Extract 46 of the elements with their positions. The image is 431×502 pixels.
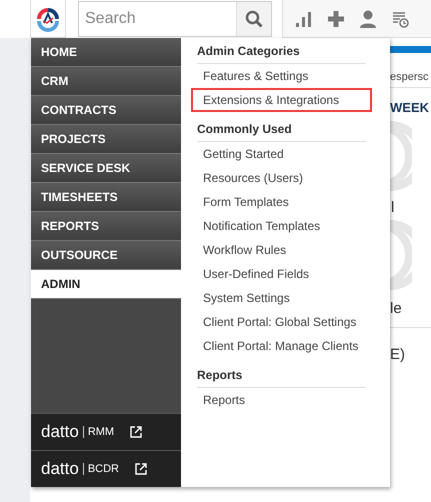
chart-label: l xyxy=(391,199,394,216)
section-heading: E) xyxy=(390,346,405,363)
menu-section-heading: Reports xyxy=(197,368,366,388)
nav-item[interactable]: SERVICE DESK xyxy=(31,154,181,183)
menu-item[interactable]: Client Portal: Manage Clients xyxy=(191,334,366,358)
menu-item[interactable]: System Settings xyxy=(191,286,366,310)
brand-name: datto xyxy=(41,459,79,479)
nav-item[interactable]: PROJECTS xyxy=(31,125,181,154)
menu-item[interactable]: Client Portal: Global Settings xyxy=(191,310,366,334)
nav-item[interactable]: CRM xyxy=(31,67,181,96)
list-clock-icon[interactable] xyxy=(391,10,409,28)
nav-item[interactable]: OUTSOURCE xyxy=(31,241,181,270)
search-button[interactable] xyxy=(236,1,272,37)
menu-item[interactable]: Workflow Rules xyxy=(191,238,366,262)
logo-icon[interactable] xyxy=(30,0,66,38)
nav-item[interactable]: REPORTS xyxy=(31,212,181,241)
product-name: BCDR xyxy=(82,463,119,475)
chart-label: le xyxy=(390,300,402,317)
menu-item[interactable]: Resources (Users) xyxy=(191,166,366,190)
nav-item[interactable]: HOME xyxy=(31,38,181,67)
nav-item[interactable]: ADMIN xyxy=(31,270,181,299)
nav-item[interactable]: CONTRACTS xyxy=(31,96,181,125)
plus-icon[interactable] xyxy=(327,10,345,28)
brand-name: datto xyxy=(41,422,79,442)
external-link[interactable]: datto RMM xyxy=(31,413,181,450)
search-icon xyxy=(245,10,263,28)
tab-label: espersc xyxy=(390,71,429,83)
menu-item[interactable]: Notification Templates xyxy=(191,214,366,238)
menu-section-heading: Commonly Used xyxy=(197,122,366,142)
menu-item[interactable]: Extensions & Integrations xyxy=(191,88,372,112)
header-bar xyxy=(390,46,431,53)
menu-item[interactable]: Getting Started xyxy=(191,142,366,166)
menu-section-heading: Admin Categories xyxy=(197,44,366,64)
user-icon[interactable] xyxy=(359,10,377,28)
menu-item[interactable]: Features & Settings xyxy=(191,64,366,88)
external-link-icon xyxy=(134,463,147,475)
bar-chart-icon[interactable] xyxy=(295,10,313,28)
search-field[interactable]: Search xyxy=(78,1,236,37)
section-heading: WEEK xyxy=(390,100,429,115)
nav-item[interactable]: TIMESHEETS xyxy=(31,183,181,212)
menu-item[interactable]: Form Templates xyxy=(191,190,366,214)
menu-item[interactable]: User-Defined Fields xyxy=(191,262,366,286)
external-link-icon xyxy=(130,426,142,438)
product-name: RMM xyxy=(82,426,114,438)
menu-item[interactable]: Reports xyxy=(191,388,366,412)
external-link[interactable]: datto BCDR xyxy=(31,450,181,487)
